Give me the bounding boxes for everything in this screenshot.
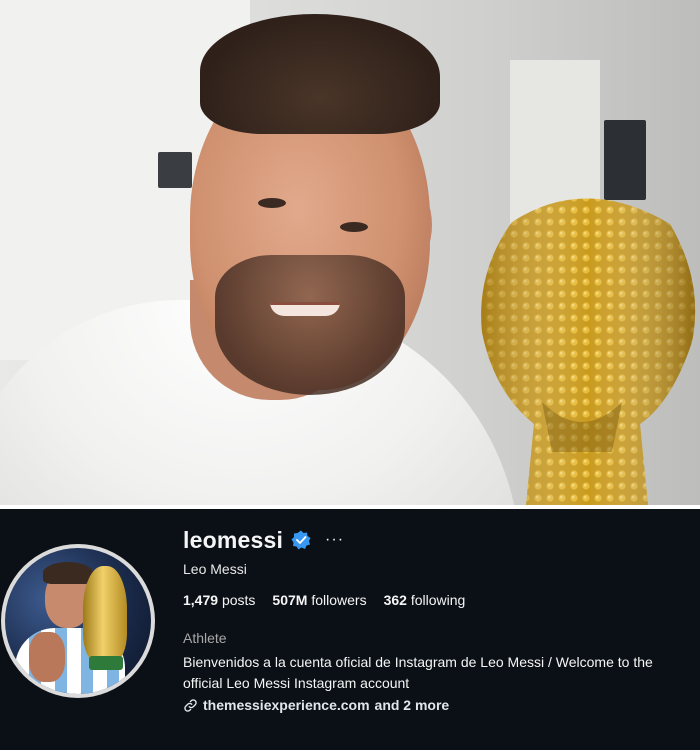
followers-label: followers — [311, 592, 367, 608]
followers-count[interactable]: 507M followers — [272, 592, 366, 608]
following-count[interactable]: 362 following — [384, 592, 466, 608]
profile-header: leomessi ··· Leo Messi 1,479 posts 507M … — [0, 509, 700, 750]
verified-badge-icon — [291, 530, 311, 550]
profile-avatar[interactable] — [1, 544, 155, 698]
avatar-arm — [29, 632, 65, 682]
posts-label: posts — [221, 592, 256, 608]
following-value: 362 — [383, 592, 407, 608]
profile-stats: 1,479 posts 507M followers 362 following — [183, 592, 482, 608]
link-url[interactable]: themessiexperience.com — [203, 697, 370, 713]
lego-trophy — [481, 198, 696, 505]
left-eye — [258, 198, 286, 208]
profile-bio: Bienvenidos a la cuenta oficial de Insta… — [183, 654, 653, 691]
right-eye — [340, 222, 368, 232]
post-photo — [0, 0, 700, 505]
username-row: leomessi ··· — [183, 525, 344, 555]
full-name: Leo Messi — [183, 561, 247, 577]
posts-value: 1,479 — [183, 592, 219, 608]
wall-switch — [158, 152, 192, 188]
more-options-button[interactable]: ··· — [325, 531, 344, 549]
profile-link[interactable]: themessiexperience.com and 2 more — [183, 697, 449, 713]
hair — [200, 14, 440, 134]
username: leomessi — [183, 526, 284, 553]
avatar-hair — [43, 562, 93, 584]
following-label: following — [410, 592, 466, 608]
avatar-trophy-base — [89, 656, 123, 670]
avatar-image — [5, 548, 151, 694]
smile — [270, 302, 340, 316]
profile-category: Athlete — [183, 630, 227, 646]
link-icon — [184, 698, 197, 712]
avatar-trophy — [83, 566, 127, 662]
link-more[interactable]: and 2 more — [375, 697, 450, 713]
beard — [215, 255, 405, 395]
followers-value: 507M — [272, 592, 308, 608]
window — [604, 120, 646, 200]
posts-count[interactable]: 1,479 posts — [183, 592, 255, 608]
